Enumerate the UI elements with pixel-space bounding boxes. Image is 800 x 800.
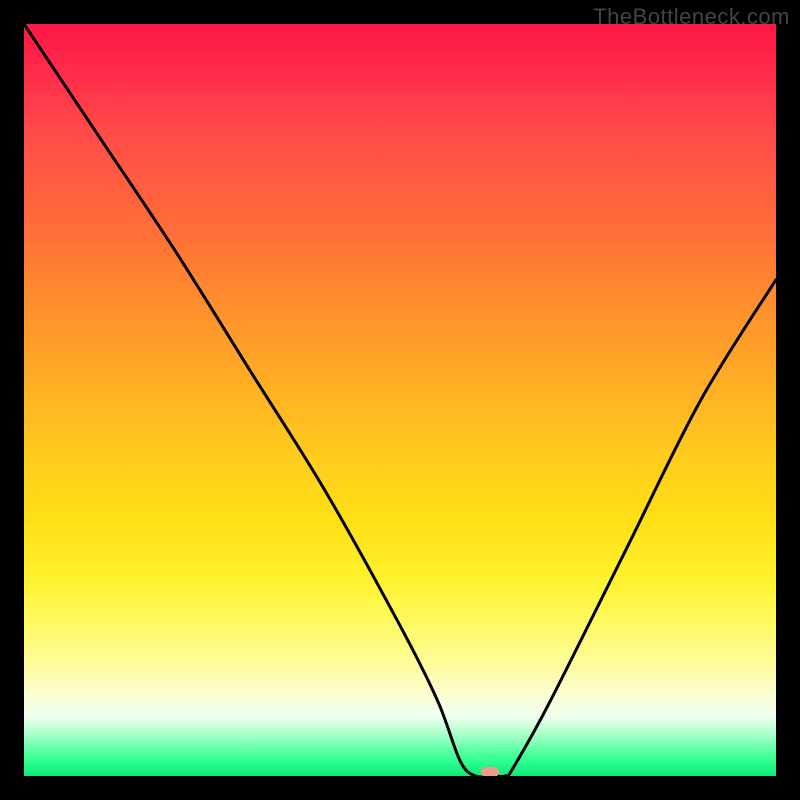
watermark-text: TheBottleneck.com <box>593 4 790 30</box>
optimal-marker <box>481 767 499 776</box>
chart-frame: TheBottleneck.com <box>0 0 800 800</box>
plot-area <box>24 24 776 776</box>
bottleneck-curve <box>24 24 776 776</box>
